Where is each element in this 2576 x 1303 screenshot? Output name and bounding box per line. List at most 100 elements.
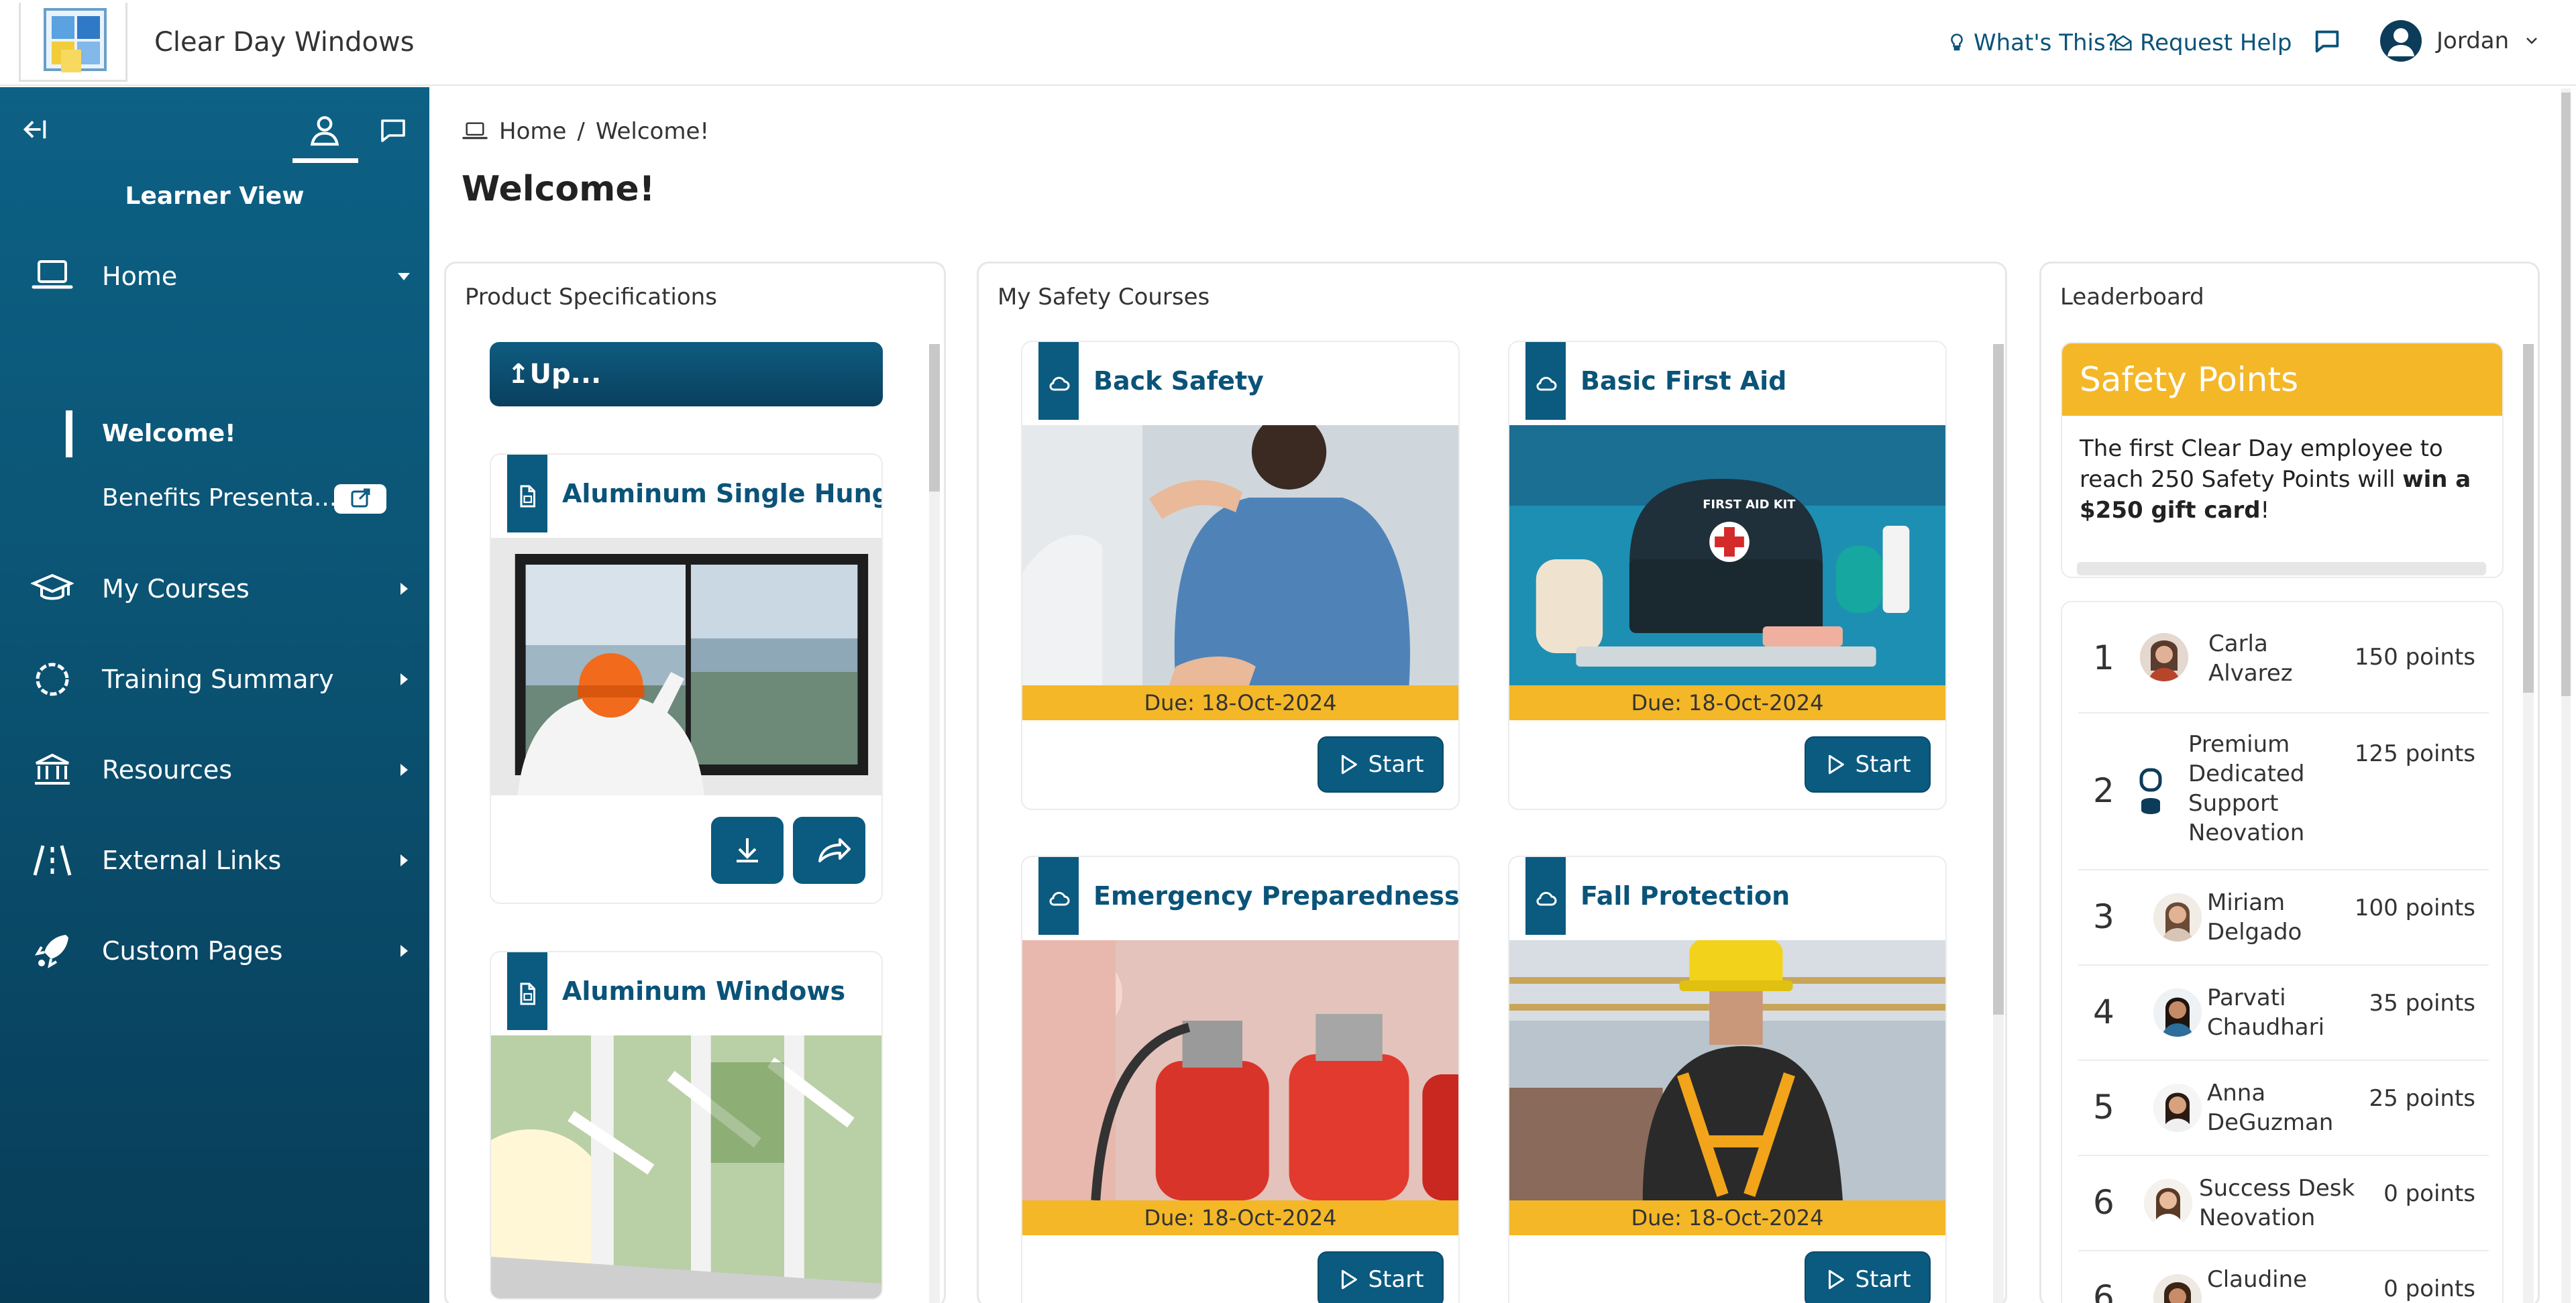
sidebar-subitem-benefits[interactable]: Benefits Presenta... <box>102 484 337 512</box>
name-line: Alvarez <box>2208 660 2293 687</box>
course-title[interactable]: Back Safety <box>1093 366 1264 396</box>
rocket-icon <box>34 935 68 969</box>
leaderboard-info-box: Safety Points Leaderboard The first Clea… <box>2061 342 2504 578</box>
user-menu[interactable]: Jordan <box>2380 20 2540 62</box>
external-link-badge[interactable] <box>334 484 386 514</box>
leaderboard-banner: Safety Points Leaderboard <box>2062 343 2502 471</box>
card-title[interactable]: Aluminum Single Hung ... <box>562 479 881 508</box>
due-date-banner: Due: 18-Oct-2024 <box>1509 685 1945 720</box>
name-line: Parvati <box>2207 984 2286 1011</box>
chat-bubble-icon[interactable] <box>376 114 411 146</box>
leaderboard-row: 6 Success Desk Neovation 0 points <box>2078 1156 2489 1251</box>
course-title[interactable]: Basic First Aid <box>1580 366 1786 396</box>
page-scrollbar-thumb[interactable] <box>2561 93 2571 696</box>
chat-icon[interactable] <box>2312 25 2343 56</box>
page-title: Welcome! <box>462 169 655 209</box>
name-line: Carla <box>2208 630 2268 657</box>
cloud-icon <box>1536 891 1557 906</box>
back-safety-photo <box>1022 425 1458 685</box>
caret-right-icon <box>400 854 408 866</box>
circle-dashed-icon <box>36 663 69 696</box>
caret-right-icon <box>400 764 408 776</box>
sidebar-item-external-links[interactable]: External Links <box>0 834 429 887</box>
app-logo[interactable] <box>19 3 127 82</box>
card-title[interactable]: Aluminum Windows <box>562 976 845 1006</box>
course-card[interactable]: Emergency Preparedness &... Due: 18-Oct-… <box>1021 856 1460 1303</box>
name-line: Delgado <box>2207 919 2302 946</box>
download-button[interactable] <box>711 817 784 884</box>
breadcrumb-home[interactable]: Home <box>499 118 566 145</box>
laptop-icon <box>462 122 488 139</box>
course-card[interactable]: Fall Protection Due: 18-Oct-2024 Start <box>1508 856 1947 1303</box>
rank: 6 <box>2093 1278 2114 1303</box>
top-header: Clear Day Windows What's This? Request H… <box>0 0 2576 86</box>
name-line: Anna <box>2207 1080 2266 1107</box>
play-icon <box>1829 754 1845 775</box>
member-name: Parvati Chaudhari <box>2207 983 2324 1042</box>
start-button[interactable]: Start <box>1805 736 1931 793</box>
start-label: Start <box>1368 751 1424 778</box>
member-name: Success Desk Neovation <box>2199 1174 2355 1233</box>
name-line: Neovation <box>2188 819 2305 846</box>
whats-this-link[interactable]: What's This? <box>1947 30 2118 56</box>
rank: 2 <box>2093 771 2114 810</box>
sidebar-item-label: Training Summary <box>102 665 334 694</box>
course-title[interactable]: Emergency Preparedness &... <box>1093 881 1458 911</box>
sidebar: Learner View Home Welcome! Benefits Pres… <box>0 87 429 1303</box>
vertical-scrollbar[interactable] <box>929 344 940 1303</box>
fall-protection-photo <box>1509 940 1945 1200</box>
cloud-icon <box>1049 376 1070 391</box>
leaderboard-row: 4 Parvati Chaudhari 35 points <box>2078 966 2489 1061</box>
share-button[interactable] <box>793 817 865 884</box>
cloud-tag <box>1525 342 1566 420</box>
product-card[interactable]: Aluminum Single Hung ... <box>490 453 883 904</box>
active-indicator <box>66 410 72 457</box>
course-title[interactable]: Fall Protection <box>1580 881 1790 911</box>
vertical-scrollbar[interactable] <box>1993 344 2004 1303</box>
scrollbar-thumb[interactable] <box>1993 344 2004 1015</box>
start-button[interactable]: Start <box>1805 1251 1931 1303</box>
folder-up-button[interactable]: ↥Up... <box>490 342 883 406</box>
leaderboard-row: 2 Premium Dedicated Support Neovation 125 p… <box>2078 714 2489 870</box>
share-icon <box>818 838 851 862</box>
lightbulb-icon <box>1951 34 1963 51</box>
sidebar-item-training-summary[interactable]: Training Summary <box>0 653 429 706</box>
app-title: Clear Day Windows <box>154 27 415 58</box>
scrollbar-thumb[interactable] <box>2523 344 2534 693</box>
horizontal-scrollbar[interactable] <box>2077 562 2486 575</box>
collapse-sidebar-icon[interactable] <box>19 114 50 145</box>
name-line: Dedicated <box>2188 760 2305 787</box>
due-date-banner: Due: 18-Oct-2024 <box>1022 1200 1458 1235</box>
points: 0 points <box>2383 1180 2475 1207</box>
sidebar-item-custom-pages[interactable]: Custom Pages <box>0 924 429 978</box>
start-button[interactable]: Start <box>1318 1251 1444 1303</box>
sidebar-item-resources[interactable]: Resources <box>0 743 429 797</box>
points: 125 points <box>2354 740 2475 767</box>
rank: 6 <box>2093 1183 2114 1222</box>
points: 100 points <box>2354 895 2475 921</box>
avatar <box>2153 1084 2202 1132</box>
rank: 3 <box>2093 897 2114 936</box>
start-button[interactable]: Start <box>1318 736 1444 793</box>
person-icon[interactable] <box>306 111 343 149</box>
sidebar-item-my-courses[interactable]: My Courses <box>0 562 429 616</box>
request-help-link[interactable]: Request Help <box>2113 30 2292 56</box>
vertical-scrollbar[interactable] <box>2523 344 2534 1303</box>
scrollbar-thumb[interactable] <box>929 344 940 492</box>
external-link-icon <box>351 488 370 508</box>
play-icon <box>1342 1269 1358 1290</box>
page-scrollbar[interactable] <box>2561 89 2571 1303</box>
product-card[interactable]: Aluminum Windows <box>490 951 883 1300</box>
course-card[interactable]: Basic First Aid FIRST AID KIT Due: 18-Oc… <box>1508 341 1947 810</box>
leaderboard-row: 3 Miriam Delgado 100 points <box>2078 870 2489 966</box>
envelope-open-icon <box>2114 35 2132 51</box>
name-line: Claudine <box>2207 1266 2308 1293</box>
kit-label: FIRST AID KIT <box>1703 498 1796 512</box>
breadcrumb: Home / Welcome! <box>462 118 709 145</box>
road-icon <box>33 845 72 876</box>
sidebar-item-home[interactable]: Home <box>0 249 429 303</box>
aluminum-windows-photo <box>491 1035 881 1298</box>
leaderboard-list: 1 Carla Alvarez 150 points 2 Premium Dedic… <box>2061 601 2504 1303</box>
course-card[interactable]: Back Safety Due: 18-Oct-2024 Start <box>1021 341 1460 810</box>
sidebar-subitem-welcome[interactable]: Welcome! <box>102 420 236 447</box>
